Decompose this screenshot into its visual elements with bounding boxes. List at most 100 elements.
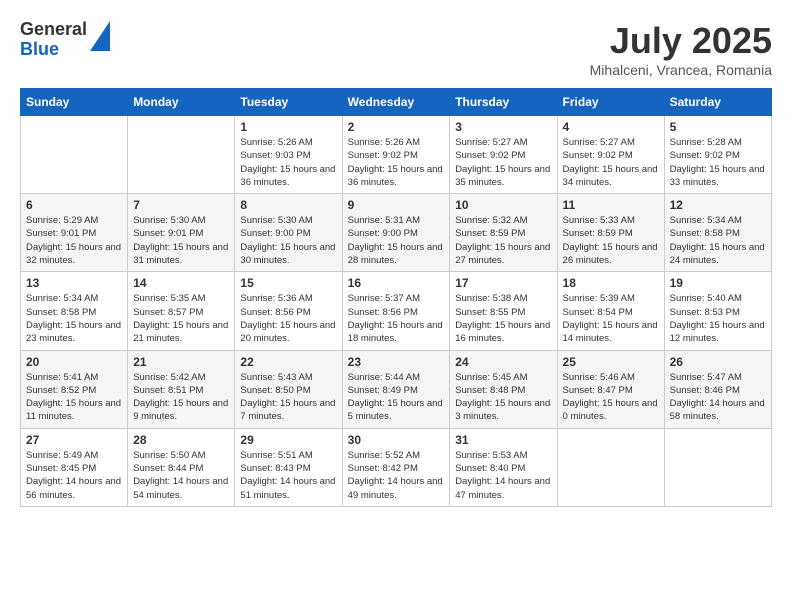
day-number: 17	[455, 276, 551, 290]
day-number: 4	[563, 120, 659, 134]
day-number: 13	[26, 276, 122, 290]
calendar-cell: 17 Sunrise: 5:38 AM Sunset: 8:55 PM Dayli…	[450, 272, 557, 350]
title-block: July 2025 Mihalceni, Vrancea, Romania	[590, 20, 772, 78]
day-info: Sunrise: 5:30 AM Sunset: 9:00 PM Dayligh…	[240, 214, 336, 267]
calendar-cell: 16 Sunrise: 5:37 AM Sunset: 8:56 PM Dayli…	[342, 272, 450, 350]
calendar-cell: 4 Sunrise: 5:27 AM Sunset: 9:02 PM Daylig…	[557, 116, 664, 194]
day-number: 1	[240, 120, 336, 134]
calendar-table: SundayMondayTuesdayWednesdayThursdayFrid…	[20, 88, 772, 507]
weekday-header-row: SundayMondayTuesdayWednesdayThursdayFrid…	[21, 89, 772, 116]
day-number: 11	[563, 198, 659, 212]
calendar-cell	[557, 428, 664, 506]
calendar-cell: 12 Sunrise: 5:34 AM Sunset: 8:58 PM Dayli…	[664, 194, 771, 272]
day-info: Sunrise: 5:49 AM Sunset: 8:45 PM Dayligh…	[26, 449, 122, 502]
page-header: General Blue July 2025 Mihalceni, Vrance…	[20, 20, 772, 78]
calendar-cell: 28 Sunrise: 5:50 AM Sunset: 8:44 PM Dayli…	[128, 428, 235, 506]
calendar-cell: 20 Sunrise: 5:41 AM Sunset: 8:52 PM Dayli…	[21, 350, 128, 428]
calendar-week-row: 13 Sunrise: 5:34 AM Sunset: 8:58 PM Dayli…	[21, 272, 772, 350]
day-number: 31	[455, 433, 551, 447]
weekday-header-tuesday: Tuesday	[235, 89, 342, 116]
calendar-cell: 1Sunrise: 5:26 AM Sunset: 9:03 PM Daylig…	[235, 116, 342, 194]
calendar-body: 1Sunrise: 5:26 AM Sunset: 9:03 PM Daylig…	[21, 116, 772, 507]
day-info: Sunrise: 5:27 AM Sunset: 9:02 PM Dayligh…	[455, 136, 551, 189]
day-number: 29	[240, 433, 336, 447]
day-info: Sunrise: 5:34 AM Sunset: 8:58 PM Dayligh…	[26, 292, 122, 345]
day-info: Sunrise: 5:27 AM Sunset: 9:02 PM Dayligh…	[563, 136, 659, 189]
day-number: 10	[455, 198, 551, 212]
day-info: Sunrise: 5:52 AM Sunset: 8:42 PM Dayligh…	[348, 449, 445, 502]
day-number: 9	[348, 198, 445, 212]
day-number: 6	[26, 198, 122, 212]
day-number: 22	[240, 355, 336, 369]
day-info: Sunrise: 5:51 AM Sunset: 8:43 PM Dayligh…	[240, 449, 336, 502]
calendar-cell: 26Sunrise: 5:47 AM Sunset: 8:46 PM Dayli…	[664, 350, 771, 428]
day-info: Sunrise: 5:38 AM Sunset: 8:55 PM Dayligh…	[455, 292, 551, 345]
day-number: 28	[133, 433, 229, 447]
calendar-cell: 31 Sunrise: 5:53 AM Sunset: 8:40 PM Dayli…	[450, 428, 557, 506]
day-number: 7	[133, 198, 229, 212]
day-number: 30	[348, 433, 445, 447]
day-info: Sunrise: 5:31 AM Sunset: 9:00 PM Dayligh…	[348, 214, 445, 267]
day-number: 18	[563, 276, 659, 290]
calendar-cell: 2 Sunrise: 5:26 AM Sunset: 9:02 PM Daylig…	[342, 116, 450, 194]
weekday-header-monday: Monday	[128, 89, 235, 116]
calendar-cell: 6 Sunrise: 5:29 AM Sunset: 9:01 PM Daylig…	[21, 194, 128, 272]
calendar-cell: 14Sunrise: 5:35 AM Sunset: 8:57 PM Dayli…	[128, 272, 235, 350]
day-info: Sunrise: 5:28 AM Sunset: 9:02 PM Dayligh…	[670, 136, 766, 189]
logo-blue: Blue	[20, 39, 59, 59]
day-info: Sunrise: 5:44 AM Sunset: 8:49 PM Dayligh…	[348, 371, 445, 424]
day-info: Sunrise: 5:34 AM Sunset: 8:58 PM Dayligh…	[670, 214, 766, 267]
calendar-cell: 5Sunrise: 5:28 AM Sunset: 9:02 PM Daylig…	[664, 116, 771, 194]
calendar-cell: 23 Sunrise: 5:44 AM Sunset: 8:49 PM Dayli…	[342, 350, 450, 428]
calendar-cell: 22 Sunrise: 5:43 AM Sunset: 8:50 PM Dayli…	[235, 350, 342, 428]
month-title: July 2025	[590, 20, 772, 62]
day-info: Sunrise: 5:43 AM Sunset: 8:50 PM Dayligh…	[240, 371, 336, 424]
day-number: 8	[240, 198, 336, 212]
weekday-header-friday: Friday	[557, 89, 664, 116]
calendar-cell: 7Sunrise: 5:30 AM Sunset: 9:01 PM Daylig…	[128, 194, 235, 272]
day-info: Sunrise: 5:39 AM Sunset: 8:54 PM Dayligh…	[563, 292, 659, 345]
day-info: Sunrise: 5:37 AM Sunset: 8:56 PM Dayligh…	[348, 292, 445, 345]
calendar-cell: 13 Sunrise: 5:34 AM Sunset: 8:58 PM Dayli…	[21, 272, 128, 350]
day-info: Sunrise: 5:45 AM Sunset: 8:48 PM Dayligh…	[455, 371, 551, 424]
day-number: 12	[670, 198, 766, 212]
day-info: Sunrise: 5:42 AM Sunset: 8:51 PM Dayligh…	[133, 371, 229, 424]
calendar-cell: 11 Sunrise: 5:33 AM Sunset: 8:59 PM Dayli…	[557, 194, 664, 272]
calendar-cell: 3 Sunrise: 5:27 AM Sunset: 9:02 PM Daylig…	[450, 116, 557, 194]
calendar-cell: 24 Sunrise: 5:45 AM Sunset: 8:48 PM Dayli…	[450, 350, 557, 428]
calendar-cell: 30 Sunrise: 5:52 AM Sunset: 8:42 PM Dayli…	[342, 428, 450, 506]
day-number: 3	[455, 120, 551, 134]
day-info: Sunrise: 5:32 AM Sunset: 8:59 PM Dayligh…	[455, 214, 551, 267]
day-number: 14	[133, 276, 229, 290]
calendar-week-row: 20 Sunrise: 5:41 AM Sunset: 8:52 PM Dayli…	[21, 350, 772, 428]
weekday-header-wednesday: Wednesday	[342, 89, 450, 116]
logo-text: General Blue	[20, 20, 87, 60]
weekday-header-saturday: Saturday	[664, 89, 771, 116]
day-info: Sunrise: 5:50 AM Sunset: 8:44 PM Dayligh…	[133, 449, 229, 502]
weekday-header-thursday: Thursday	[450, 89, 557, 116]
day-number: 16	[348, 276, 445, 290]
day-number: 24	[455, 355, 551, 369]
calendar-header: SundayMondayTuesdayWednesdayThursdayFrid…	[21, 89, 772, 116]
calendar-cell	[21, 116, 128, 194]
day-number: 25	[563, 355, 659, 369]
calendar-cell: 19Sunrise: 5:40 AM Sunset: 8:53 PM Dayli…	[664, 272, 771, 350]
calendar-cell: 29 Sunrise: 5:51 AM Sunset: 8:43 PM Dayli…	[235, 428, 342, 506]
calendar-cell: 9 Sunrise: 5:31 AM Sunset: 9:00 PM Daylig…	[342, 194, 450, 272]
day-info: Sunrise: 5:33 AM Sunset: 8:59 PM Dayligh…	[563, 214, 659, 267]
day-info: Sunrise: 5:29 AM Sunset: 9:01 PM Dayligh…	[26, 214, 122, 267]
day-info: Sunrise: 5:53 AM Sunset: 8:40 PM Dayligh…	[455, 449, 551, 502]
calendar-cell: 18 Sunrise: 5:39 AM Sunset: 8:54 PM Dayli…	[557, 272, 664, 350]
day-number: 2	[348, 120, 445, 134]
day-info: Sunrise: 5:26 AM Sunset: 9:02 PM Dayligh…	[348, 136, 445, 189]
calendar-week-row: 27Sunrise: 5:49 AM Sunset: 8:45 PM Dayli…	[21, 428, 772, 506]
day-number: 20	[26, 355, 122, 369]
day-info: Sunrise: 5:41 AM Sunset: 8:52 PM Dayligh…	[26, 371, 122, 424]
location-title: Mihalceni, Vrancea, Romania	[590, 62, 772, 78]
day-number: 23	[348, 355, 445, 369]
day-info: Sunrise: 5:46 AM Sunset: 8:47 PM Dayligh…	[563, 371, 659, 424]
logo-block: General Blue	[20, 20, 110, 60]
calendar-cell: 15Sunrise: 5:36 AM Sunset: 8:56 PM Dayli…	[235, 272, 342, 350]
logo: General Blue	[20, 20, 110, 60]
weekday-header-sunday: Sunday	[21, 89, 128, 116]
